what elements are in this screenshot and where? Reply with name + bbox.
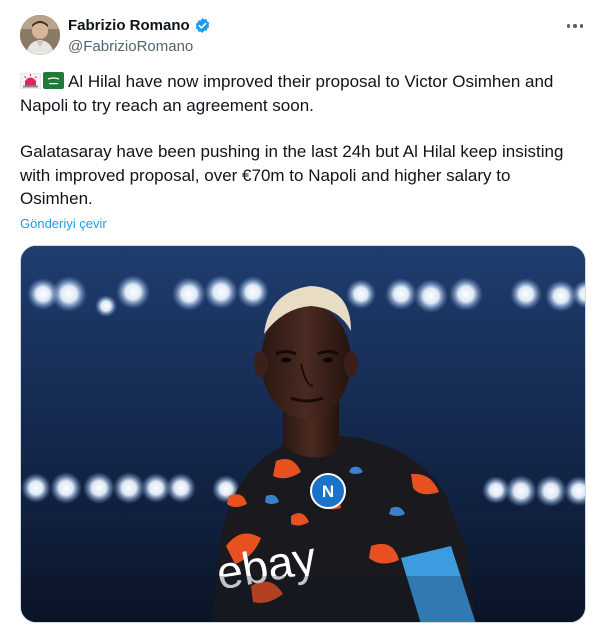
tweet-header: Fabrizio Romano @FabrizioRomano xyxy=(68,15,211,57)
author-name[interactable]: Fabrizio Romano xyxy=(68,17,190,34)
more-options-icon[interactable] xyxy=(560,18,590,34)
tweet-paragraph-1-text: Al Hilal have now improved their proposa… xyxy=(20,72,554,115)
tweet-media-image[interactable]: N ebay xyxy=(20,245,586,623)
tweet-text: Al Hilal have now improved their proposa… xyxy=(19,70,586,211)
police-light-emoji xyxy=(19,72,42,90)
verified-badge-icon xyxy=(194,17,211,34)
svg-text:N: N xyxy=(322,482,334,501)
author-handle[interactable]: @FabrizioRomano xyxy=(68,37,211,57)
tweet-paragraph-2: Galatasaray have been pushing in the las… xyxy=(20,142,564,208)
author-avatar[interactable] xyxy=(20,15,60,55)
tweet-card[interactable]: Fabrizio Romano @FabrizioRomano Al Hilal… xyxy=(0,0,599,631)
saudi-arabia-flag-emoji xyxy=(43,72,64,89)
tweet-paragraph-1: Al Hilal have now improved their proposa… xyxy=(19,70,586,117)
translate-post-link[interactable]: Gönderiyi çevir xyxy=(20,216,107,231)
